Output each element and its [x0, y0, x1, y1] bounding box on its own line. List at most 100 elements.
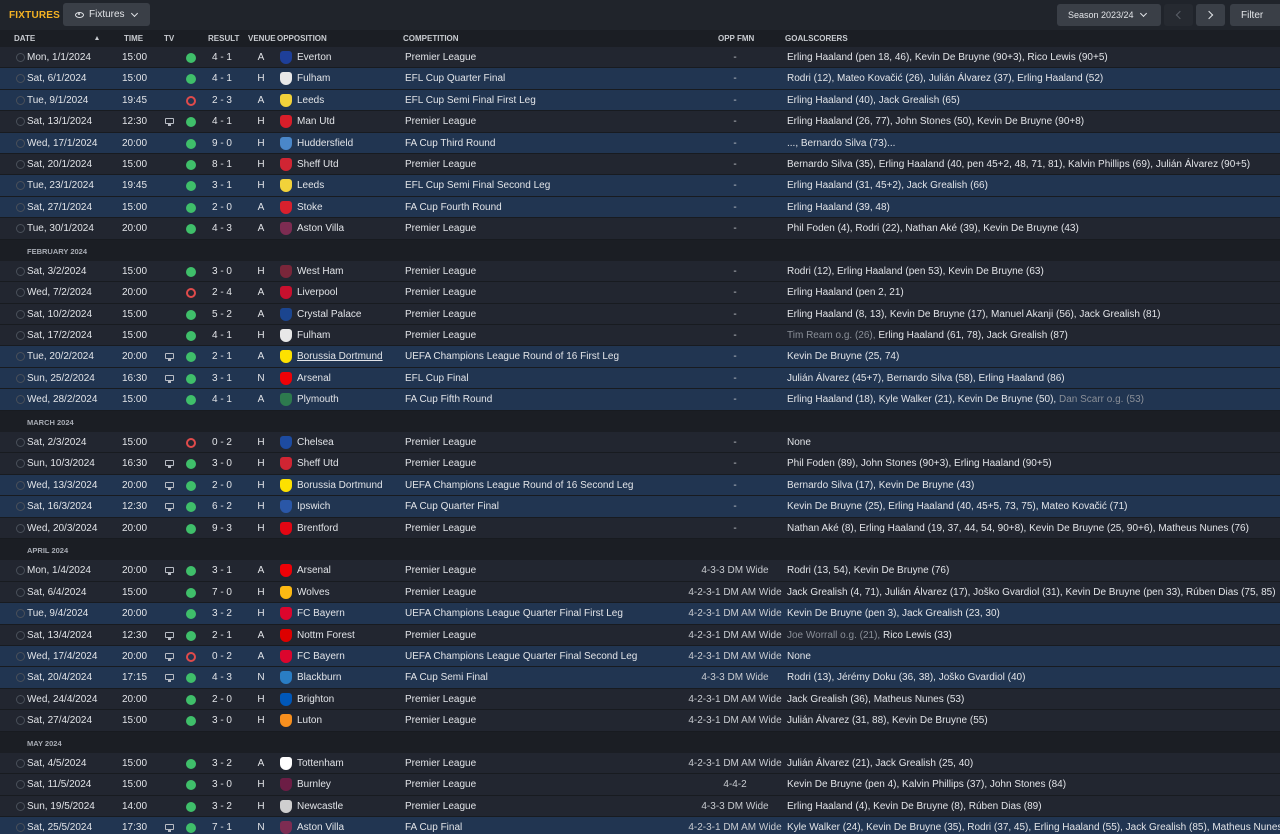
fixture-score[interactable]: 4 - 1: [206, 394, 238, 405]
fixture-score[interactable]: 3 - 0: [206, 458, 238, 469]
fixture-score[interactable]: 2 - 0: [206, 480, 238, 491]
opposition-name[interactable]: Leeds: [297, 180, 324, 191]
competition-name[interactable]: Premier League: [405, 694, 476, 705]
competition-name[interactable]: Premier League: [405, 116, 476, 127]
club-crest-icon[interactable]: [280, 714, 292, 728]
club-crest-icon[interactable]: [280, 585, 292, 599]
fixture-score[interactable]: 3 - 0: [206, 779, 238, 790]
opposition-name[interactable]: Sheff Utd: [297, 458, 339, 469]
opposition-name[interactable]: Burnley: [297, 779, 331, 790]
competition-name[interactable]: Premier League: [405, 779, 476, 790]
competition-name[interactable]: Premier League: [405, 587, 476, 598]
fixture-score[interactable]: 2 - 0: [206, 694, 238, 705]
fixture-row[interactable]: Sat, 17/2/2024 15:00 4 - 1 H Fulham Premier L…: [0, 325, 1280, 347]
fixture-score[interactable]: 3 - 1: [206, 373, 238, 384]
club-crest-icon[interactable]: [280, 179, 292, 193]
fixture-row[interactable]: Sat, 2/3/2024 15:00 0 - 2 H Chelsea Premier L…: [0, 432, 1280, 454]
view-dropdown[interactable]: Fixtures: [63, 3, 150, 26]
column-date[interactable]: DATE: [14, 34, 100, 43]
fixture-score[interactable]: 0 - 2: [206, 651, 238, 662]
competition-name[interactable]: Premier League: [405, 159, 476, 170]
club-crest-icon[interactable]: [280, 115, 292, 129]
competition-name[interactable]: FA Cup Fourth Round: [405, 202, 502, 213]
club-crest-icon[interactable]: [280, 821, 292, 834]
competition-name[interactable]: FA Cup Fifth Round: [405, 394, 492, 405]
competition-name[interactable]: Premier League: [405, 458, 476, 469]
club-crest-icon[interactable]: [280, 350, 292, 364]
fixture-row[interactable]: Wed, 20/3/2024 20:00 9 - 3 H Brentford Premie…: [0, 517, 1280, 539]
fixture-row[interactable]: Tue, 9/1/2024 19:45 2 - 3 A Leeds EFL Cup Sem…: [0, 89, 1280, 112]
fixture-row[interactable]: Sat, 13/4/2024 12:30 2 - 1 A Nottm Forest Pre…: [0, 624, 1280, 646]
competition-name[interactable]: EFL Cup Quarter Final: [405, 73, 505, 84]
fixture-score[interactable]: 2 - 0: [206, 202, 238, 213]
fixture-row[interactable]: Sat, 27/1/2024 15:00 2 - 0 A Stoke FA Cup Fou…: [0, 196, 1280, 219]
opposition-name[interactable]: Leeds: [297, 95, 324, 106]
opposition-name[interactable]: FC Bayern: [297, 608, 345, 619]
fixture-row[interactable]: Sat, 20/1/2024 15:00 8 - 1 H Sheff Utd Premie…: [0, 153, 1280, 176]
opposition-name[interactable]: Fulham: [297, 330, 330, 341]
opposition-name[interactable]: Chelsea: [297, 437, 334, 448]
competition-name[interactable]: FA Cup Quarter Final: [405, 501, 499, 512]
competition-name[interactable]: Premier League: [405, 52, 476, 63]
fixture-score[interactable]: 5 - 2: [206, 309, 238, 320]
club-crest-icon[interactable]: [280, 264, 292, 278]
fixture-score[interactable]: 4 - 3: [206, 223, 238, 234]
fixture-row[interactable]: Sat, 11/5/2024 15:00 3 - 0 H Burnley Premier …: [0, 774, 1280, 796]
club-crest-icon[interactable]: [280, 778, 292, 792]
opposition-name[interactable]: Nottm Forest: [297, 630, 355, 641]
fixture-row[interactable]: Sat, 6/1/2024 15:00 4 - 1 H Fulham EFL Cup Qu…: [0, 68, 1280, 90]
club-crest-icon[interactable]: [280, 157, 292, 171]
opposition-name[interactable]: Crystal Palace: [297, 309, 361, 320]
club-crest-icon[interactable]: [280, 93, 292, 107]
fixture-score[interactable]: 8 - 1: [206, 159, 238, 170]
column-goalscorers[interactable]: GOALSCORERS: [785, 34, 848, 43]
competition-name[interactable]: Premier League: [405, 266, 476, 277]
fixture-row[interactable]: Tue, 9/4/2024 20:00 3 - 2 H FC Bayern UEFA Ch…: [0, 603, 1280, 625]
club-crest-icon[interactable]: [280, 478, 292, 492]
fixture-score[interactable]: 7 - 1: [206, 822, 238, 833]
fixture-score[interactable]: 4 - 1: [206, 330, 238, 341]
fixture-score[interactable]: 9 - 3: [206, 523, 238, 534]
club-crest-icon[interactable]: [280, 436, 292, 450]
fixture-score[interactable]: 3 - 1: [206, 180, 238, 191]
fixture-score[interactable]: 2 - 3: [206, 95, 238, 106]
club-crest-icon[interactable]: [280, 756, 292, 770]
opposition-name[interactable]: Huddersfield: [297, 138, 353, 149]
opposition-name[interactable]: Brighton: [297, 694, 334, 705]
column-opp-fmn[interactable]: OPP FMN: [718, 34, 754, 43]
club-crest-icon[interactable]: [280, 628, 292, 642]
competition-name[interactable]: Premier League: [405, 330, 476, 341]
fixture-score[interactable]: 9 - 0: [206, 138, 238, 149]
fixture-score[interactable]: 7 - 0: [206, 587, 238, 598]
fixture-row[interactable]: Tue, 23/1/2024 19:45 3 - 1 H Leeds EFL Cup Se…: [0, 175, 1280, 197]
club-crest-icon[interactable]: [280, 371, 292, 385]
competition-name[interactable]: Premier League: [405, 309, 476, 320]
fixture-row[interactable]: Sat, 20/4/2024 17:15 4 - 3 N Blackburn FA Cup…: [0, 667, 1280, 689]
opposition-name[interactable]: Arsenal: [297, 565, 331, 576]
opposition-name[interactable]: Stoke: [297, 202, 323, 213]
previous-season-button[interactable]: [1164, 4, 1193, 26]
competition-name[interactable]: UEFA Champions League Quarter Final Firs…: [405, 608, 623, 619]
competition-name[interactable]: EFL Cup Semi Final First Leg: [405, 95, 536, 106]
fixture-score[interactable]: 0 - 2: [206, 437, 238, 448]
fixture-score[interactable]: 3 - 0: [206, 715, 238, 726]
column-tv[interactable]: TV: [164, 34, 174, 43]
club-crest-icon[interactable]: [280, 564, 292, 578]
fixture-row[interactable]: Wed, 17/4/2024 20:00 0 - 2 A FC Bayern UEFA C…: [0, 645, 1280, 668]
fixture-score[interactable]: 3 - 2: [206, 608, 238, 619]
opposition-name[interactable]: Brentford: [297, 523, 338, 534]
fixture-row[interactable]: Wed, 17/1/2024 20:00 9 - 0 H Huddersfield FA …: [0, 132, 1280, 154]
competition-name[interactable]: FA Cup Final: [405, 822, 462, 833]
opposition-name[interactable]: Man Utd: [297, 116, 335, 127]
fixture-row[interactable]: Sat, 4/5/2024 15:00 3 - 2 A Tottenham Premier…: [0, 752, 1280, 775]
opposition-name[interactable]: Ipswich: [297, 501, 330, 512]
club-crest-icon[interactable]: [280, 286, 292, 300]
club-crest-icon[interactable]: [280, 607, 292, 621]
club-crest-icon[interactable]: [280, 521, 292, 535]
club-crest-icon[interactable]: [280, 649, 292, 663]
fixture-score[interactable]: 2 - 1: [206, 630, 238, 641]
opposition-name[interactable]: Luton: [297, 715, 322, 726]
club-crest-icon[interactable]: [280, 136, 292, 150]
fixture-row[interactable]: Tue, 20/2/2024 20:00 2 - 1 A Borussia Dortmu…: [0, 346, 1280, 368]
column-competition[interactable]: COMPETITION: [403, 34, 459, 43]
